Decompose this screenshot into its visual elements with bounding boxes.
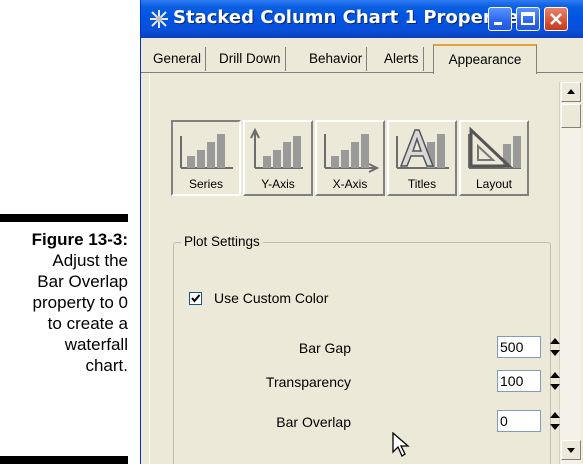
x-axis-label: X-Axis [332, 177, 368, 191]
y-axis-label: Y-Axis [261, 177, 295, 191]
transparency-input[interactable] [497, 370, 541, 392]
spinner-arrows-icon [550, 338, 560, 356]
tab-general[interactable]: General [149, 47, 207, 71]
properties-window: Stacked Column Chart 1 Properties Genera… [140, 0, 583, 464]
bar-gap-spinner[interactable] [547, 335, 563, 359]
bar-overlap-label: Bar Overlap [276, 414, 351, 430]
title-bar[interactable]: Stacked Column Chart 1 Properties [141, 0, 583, 38]
layout-label: Layout [475, 177, 513, 191]
plot-settings-title: Plot Settings [181, 234, 263, 249]
bar-gap-input[interactable] [497, 336, 541, 358]
figure-caption: Figure 13-3: Adjust the Bar Overlap prop… [0, 229, 128, 376]
close-button[interactable] [544, 7, 568, 31]
bar-overlap-spinner[interactable] [547, 409, 563, 433]
scroll-thumb[interactable] [561, 104, 581, 128]
vertical-scrollbar[interactable] [559, 82, 582, 464]
tab-alerts[interactable]: Alerts [380, 47, 424, 71]
window-title: Stacked Column Chart 1 Properties [173, 7, 530, 28]
caption-line: property to 0 [32, 293, 128, 312]
series-label: Series [188, 177, 223, 191]
minimize-button[interactable] [488, 7, 512, 31]
caption-line: Bar Overlap [37, 272, 128, 291]
transparency-label: Transparency [265, 374, 351, 390]
transparency-spinner[interactable] [547, 369, 563, 393]
series-chart-icon [180, 134, 233, 169]
layout-button[interactable]: Layout [459, 120, 529, 196]
use-custom-color-checkbox[interactable] [189, 292, 202, 305]
bar-gap-label: Bar Gap [298, 340, 351, 356]
titles-button[interactable]: Titles [387, 120, 457, 196]
caption-line: to create a [47, 314, 128, 333]
y-axis-chart-icon [250, 127, 303, 169]
x-axis-chart-icon [324, 134, 380, 173]
checkmark-icon [191, 294, 201, 303]
use-custom-color-label: Use Custom Color [214, 290, 329, 306]
mouse-pointer-icon [392, 431, 410, 463]
titles-label: Titles [407, 177, 437, 191]
titles-chart-icon [396, 129, 449, 169]
spinner-arrows-icon [550, 412, 560, 430]
y-axis-button[interactable]: Y-Axis [243, 120, 313, 196]
close-icon [550, 13, 562, 25]
tab-behavior[interactable]: Behavior [305, 47, 368, 71]
arrow-down-icon [567, 448, 575, 453]
caption-top-rule [0, 214, 128, 222]
caption-bottom-rule [0, 456, 128, 464]
x-axis-button[interactable]: X-Axis [315, 120, 385, 196]
figure-label: Figure 13-3: [31, 230, 128, 249]
bar-overlap-input[interactable] [497, 410, 541, 432]
tab-drill-down[interactable]: Drill Down [215, 47, 286, 71]
app-icon [149, 9, 169, 29]
caption-line: waterfall [64, 335, 128, 354]
scroll-down-button[interactable] [561, 440, 581, 460]
plot-settings-group [173, 242, 551, 464]
maximize-button[interactable] [516, 7, 540, 31]
arrow-up-icon [567, 89, 575, 94]
caption-line: chart. [85, 356, 128, 375]
layout-chart-icon [468, 126, 521, 169]
tab-appearance[interactable]: Appearance [433, 44, 537, 74]
maximize-icon [521, 12, 535, 25]
scroll-up-button[interactable] [561, 82, 581, 102]
caption-line: Adjust the [52, 251, 128, 270]
minimize-icon [494, 22, 502, 25]
spinner-arrows-icon [550, 372, 560, 390]
series-button[interactable]: Series [171, 120, 241, 196]
